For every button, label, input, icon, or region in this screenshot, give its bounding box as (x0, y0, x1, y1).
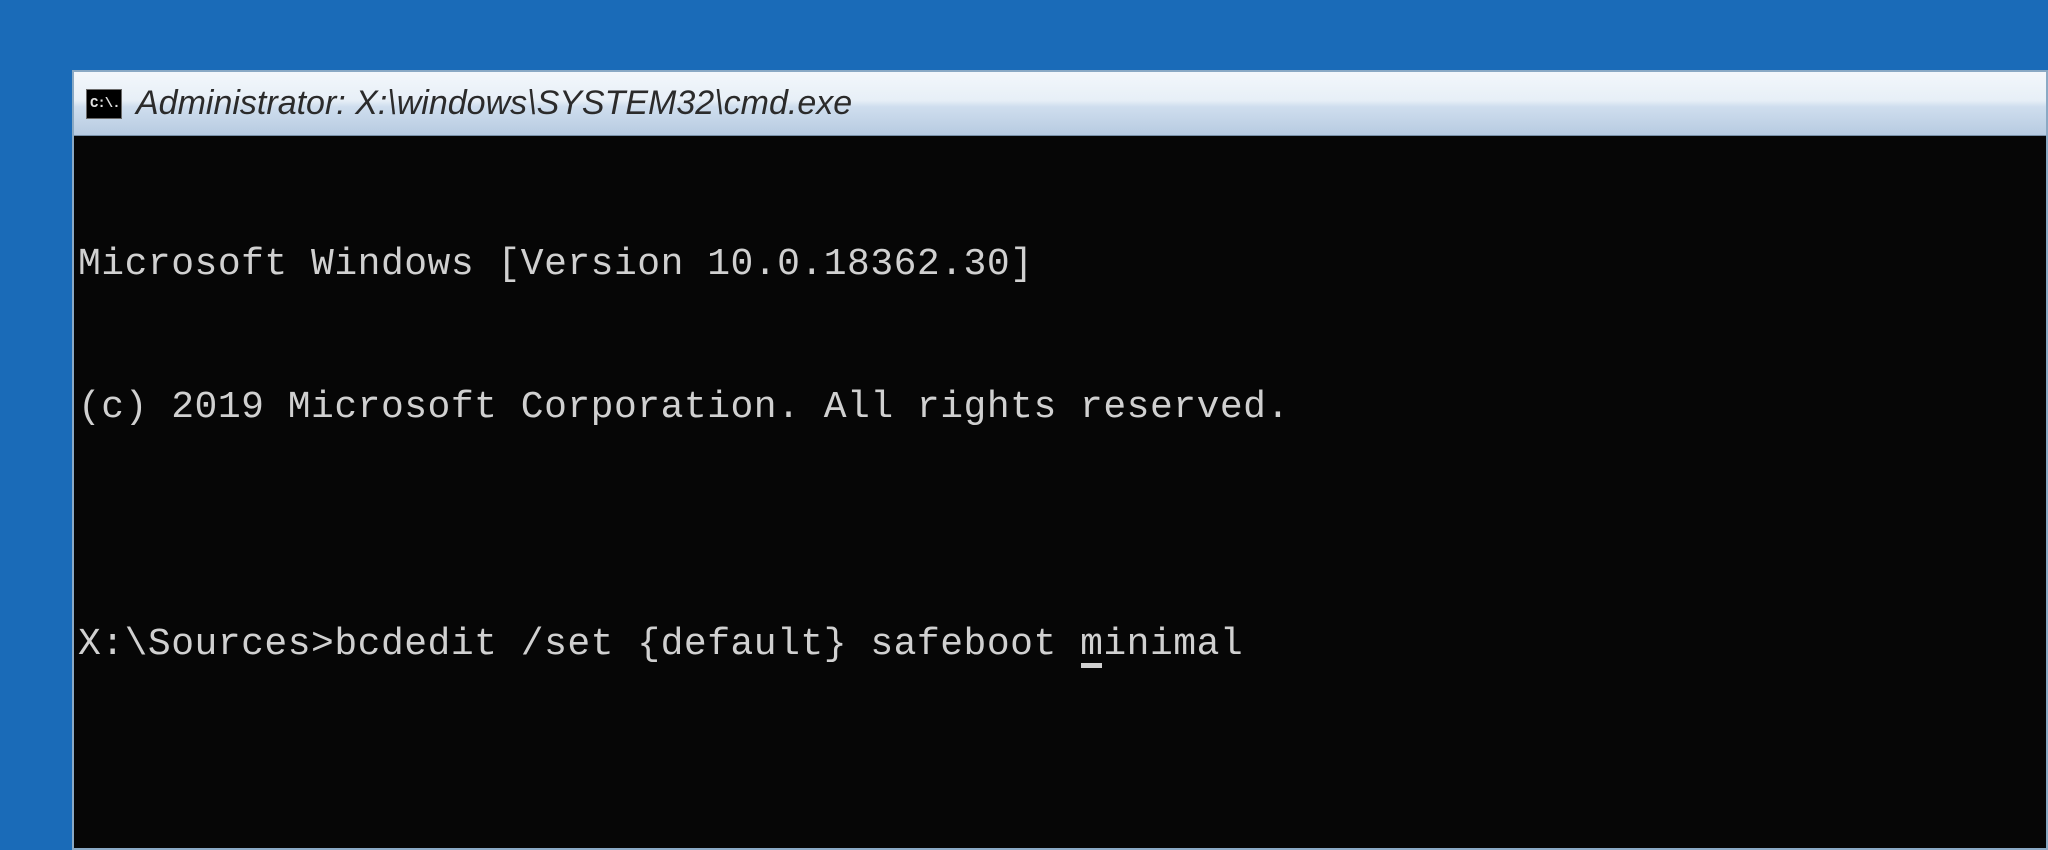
banner-line-1: Microsoft Windows [Version 10.0.18362.30… (78, 241, 2042, 289)
banner-line-2: (c) 2019 Microsoft Corporation. All righ… (78, 384, 2042, 432)
command-typed-before: bcdedit /set {default} safeboot (334, 623, 1080, 666)
prompt: X:\Sources> (78, 623, 334, 666)
cmd-icon-glyph: C:\. (90, 97, 120, 111)
text-cursor: m (1080, 623, 1103, 666)
cmd-window: C:\. Administrator: X:\windows\SYSTEM32\… (72, 70, 2048, 850)
prompt-line: X:\Sources>bcdedit /set {default} safebo… (78, 621, 2042, 669)
command-typed-after: inimal (1103, 623, 1243, 666)
cmd-icon: C:\. (86, 89, 122, 119)
terminal-area[interactable]: Microsoft Windows [Version 10.0.18362.30… (74, 136, 2046, 848)
window-title: Administrator: X:\windows\SYSTEM32\cmd.e… (136, 84, 852, 123)
titlebar[interactable]: C:\. Administrator: X:\windows\SYSTEM32\… (74, 72, 2046, 136)
